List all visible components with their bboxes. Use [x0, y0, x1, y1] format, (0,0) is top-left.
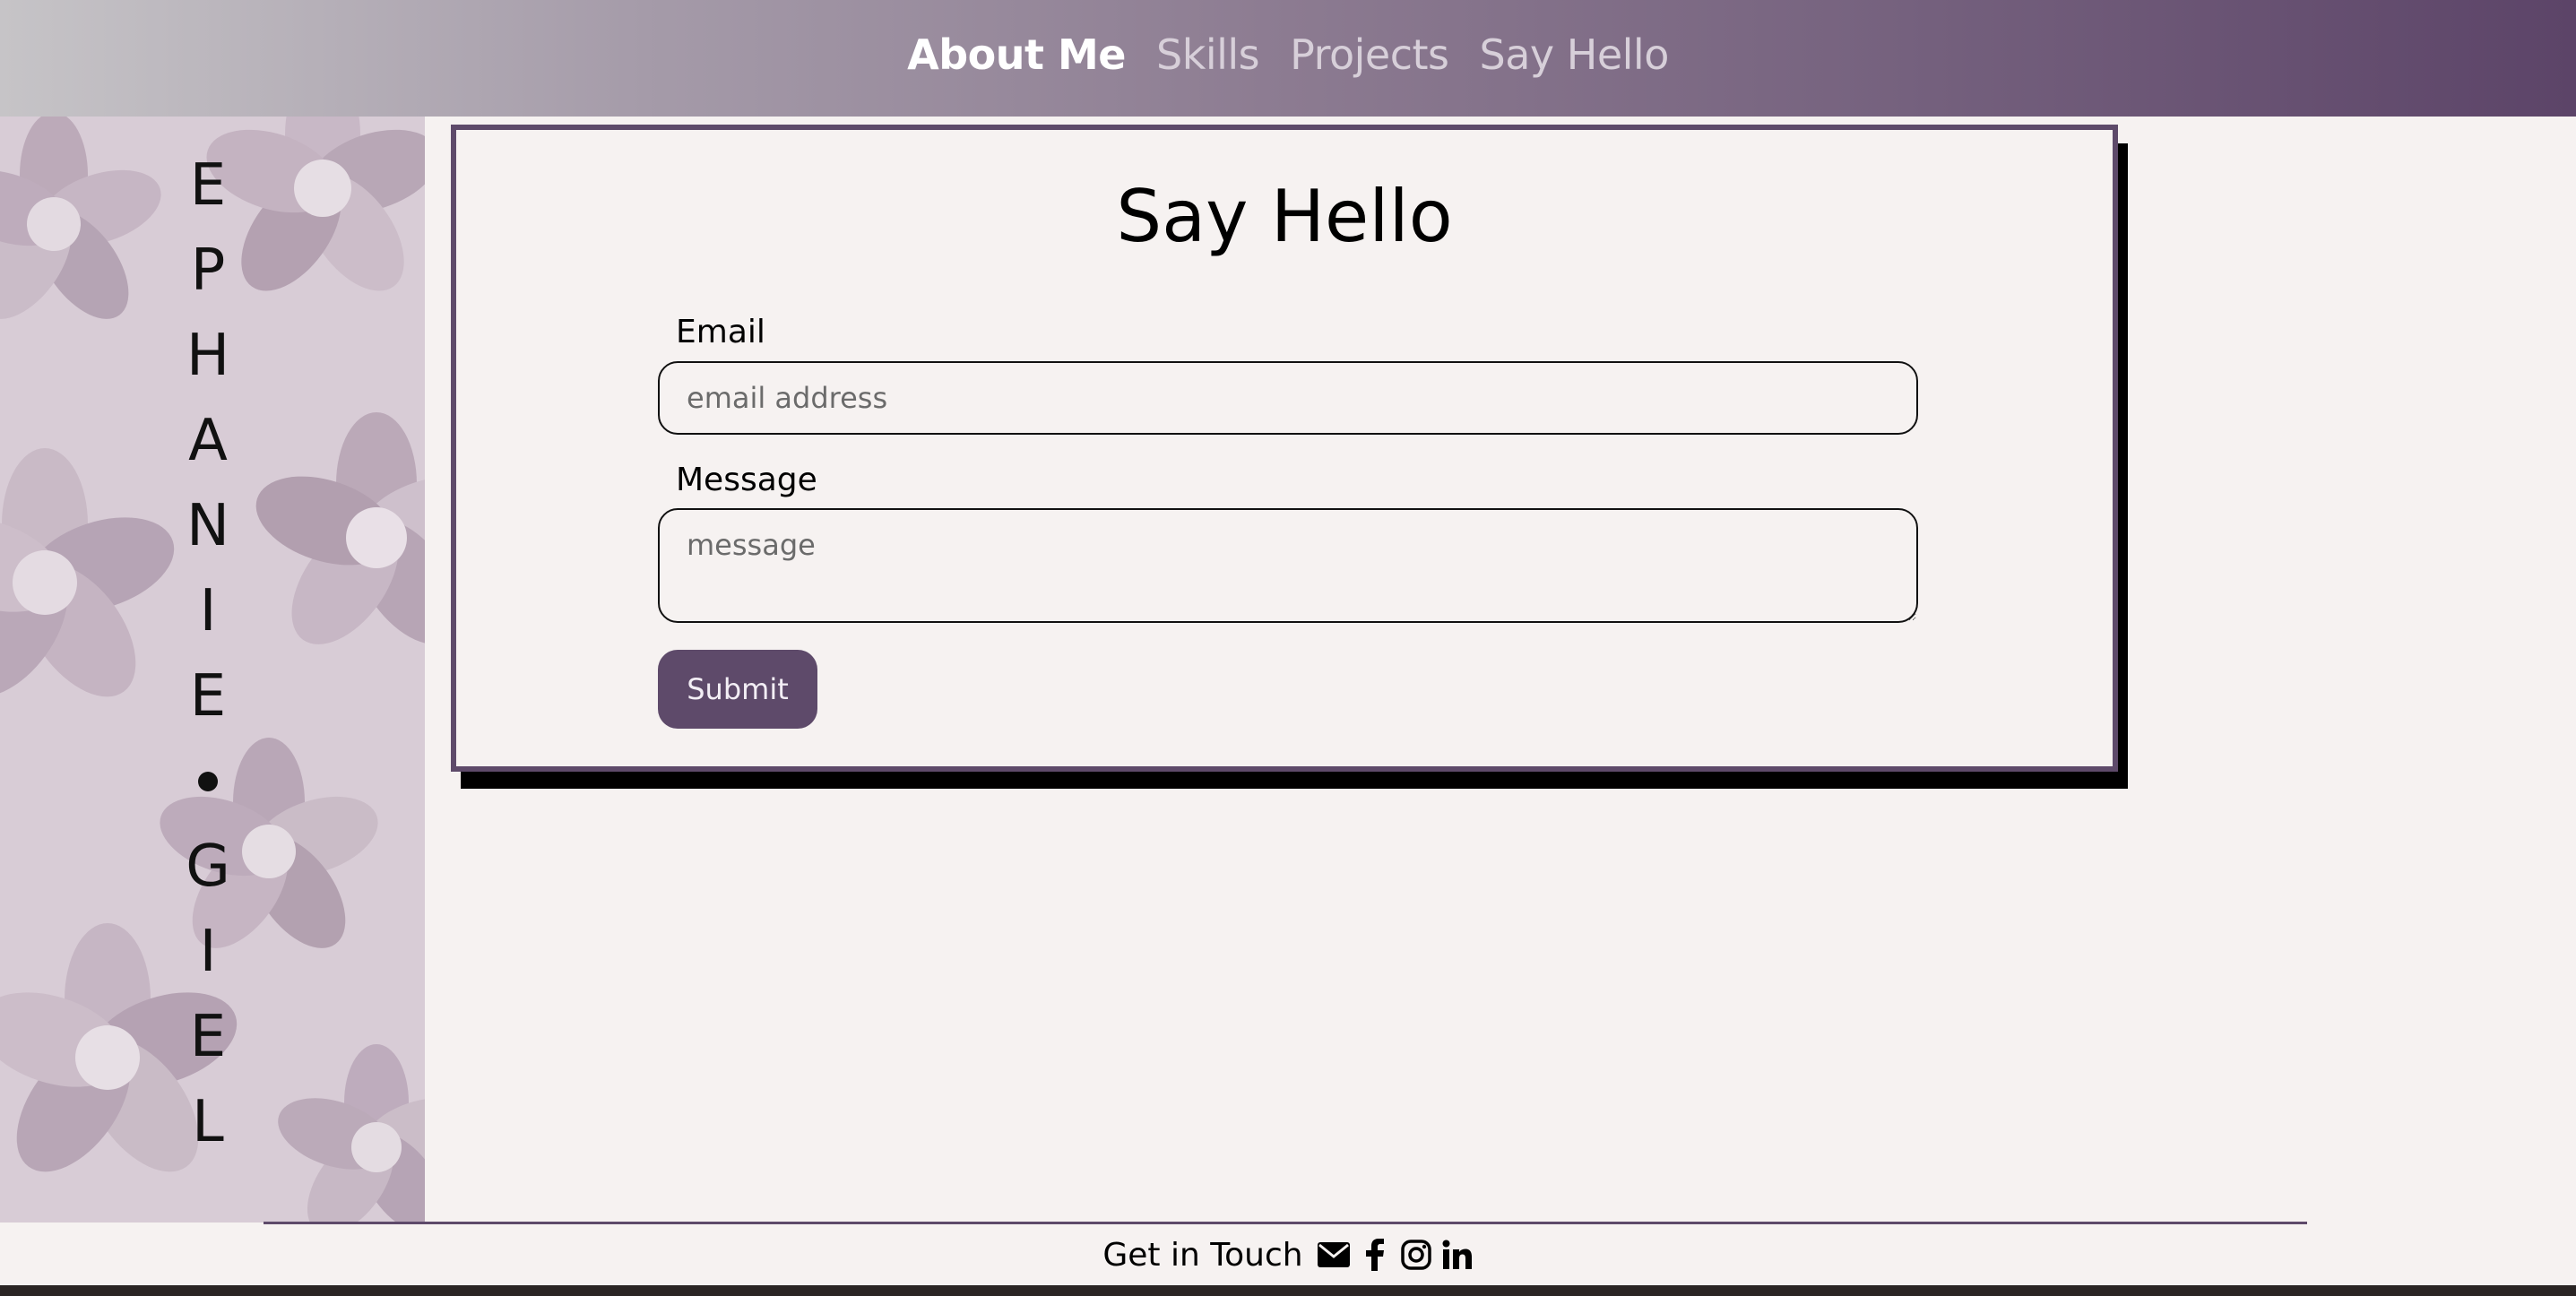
facebook-icon[interactable] [1359, 1239, 1391, 1271]
submit-button[interactable]: Submit [658, 650, 817, 729]
footer: Get in Touch [0, 1224, 2576, 1285]
name-letter: P [190, 238, 226, 304]
nav-link-about-me[interactable]: About Me [907, 30, 1126, 79]
name-separator-dot [198, 772, 218, 791]
footer-text: Get in Touch [1102, 1236, 1303, 1274]
sidebar-succulent-image: E P H A N I E G I E L [0, 117, 425, 1223]
name-letter: A [188, 408, 228, 474]
nav-link-projects[interactable]: Projects [1290, 30, 1449, 79]
nav-link-say-hello[interactable]: Say Hello [1480, 30, 1670, 79]
linkedin-icon[interactable] [1441, 1239, 1474, 1271]
message-label: Message [676, 462, 817, 498]
name-letter: H [186, 323, 230, 389]
contact-card: Say Hello Email Message Submit [451, 125, 2118, 772]
page-title: Say Hello [1116, 175, 1453, 258]
email-label: Email [676, 314, 765, 350]
name-letter: I [199, 578, 217, 644]
top-nav: About Me Skills Projects Say Hello [0, 0, 2576, 117]
instagram-icon[interactable] [1400, 1239, 1432, 1271]
name-letter: N [186, 493, 229, 559]
envelope-icon[interactable] [1317, 1239, 1350, 1271]
name-letter: E [189, 152, 227, 219]
email-field[interactable] [658, 361, 1918, 435]
name-letter: L [192, 1089, 224, 1155]
bottom-edge [0, 1285, 2576, 1296]
name-letter: E [189, 663, 227, 730]
nav-link-skills[interactable]: Skills [1156, 30, 1260, 79]
name-letter: E [189, 1004, 227, 1070]
message-field[interactable] [658, 508, 1918, 623]
vertical-name: E P H A N I E G I E L [172, 143, 244, 1165]
name-letter: G [186, 834, 230, 900]
name-letter: I [199, 919, 217, 985]
